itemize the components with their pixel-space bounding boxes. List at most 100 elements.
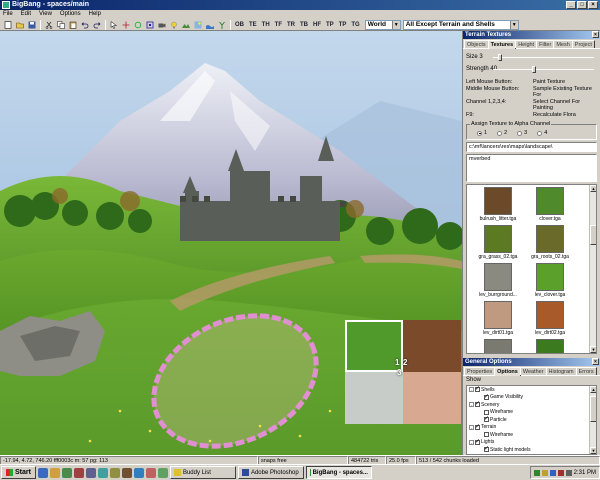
texture-preview-4[interactable] xyxy=(403,372,461,424)
browser-icon[interactable] xyxy=(37,467,48,478)
close-icon[interactable]: × xyxy=(592,31,599,38)
undo-icon[interactable] xyxy=(79,20,90,30)
toolbar-button-tb[interactable]: TB xyxy=(298,20,310,30)
scroll-thumb[interactable] xyxy=(590,225,596,245)
texture-thumbnail[interactable]: gra_roots_02.tga xyxy=(527,225,573,260)
toolbar-button-th[interactable]: TH xyxy=(260,20,272,30)
tab-histogram[interactable]: Histogram xyxy=(545,367,577,375)
save-icon[interactable] xyxy=(26,20,37,30)
tree-item[interactable]: Particle xyxy=(469,415,596,424)
volume-icon[interactable] xyxy=(565,469,572,476)
app-icon[interactable] xyxy=(85,467,96,478)
flora-icon[interactable] xyxy=(216,20,227,30)
folder-icon[interactable] xyxy=(49,467,60,478)
menu-help[interactable]: Help xyxy=(89,10,101,19)
collapse-icon[interactable]: - xyxy=(469,387,474,393)
app-icon[interactable] xyxy=(145,467,156,478)
tab-mesh[interactable]: Mesh xyxy=(553,40,573,48)
tree-checkbox[interactable] xyxy=(484,415,489,423)
scroll-down-icon[interactable]: ▼ xyxy=(590,447,596,454)
texture-scrollbar[interactable]: ▲ ▼ xyxy=(589,185,596,353)
taskbar-task[interactable]: BigBang - spaces... xyxy=(305,466,372,479)
tree-item[interactable]: Static light models xyxy=(469,445,596,454)
rotate-icon[interactable] xyxy=(132,20,143,30)
texture-thumbnail[interactable]: lev_dirt01.tga xyxy=(475,301,521,336)
toolbar-button-tf[interactable]: TF xyxy=(273,20,284,30)
paste-icon[interactable] xyxy=(67,20,78,30)
start-button[interactable]: Start xyxy=(1,466,36,479)
texture-thumbnail[interactable]: bulrush_litter.tga xyxy=(475,187,521,222)
light-icon[interactable] xyxy=(168,20,179,30)
tree-checkbox[interactable] xyxy=(475,400,480,408)
taskbar-task[interactable]: Buddy List xyxy=(169,466,236,479)
tab-project[interactable]: Project xyxy=(571,40,595,48)
tree-item[interactable]: Wireframe xyxy=(469,431,596,439)
tree-checkbox[interactable] xyxy=(475,438,480,445)
tab-errors[interactable]: Errors xyxy=(575,367,597,375)
tree-checkbox[interactable] xyxy=(484,445,489,453)
folder-item[interactable]: mverbed xyxy=(469,156,490,162)
tree-item[interactable]: - Terrain xyxy=(469,423,596,432)
toolbar-button-tp[interactable]: TP xyxy=(324,20,336,30)
texture-thumbnail[interactable]: lev_dirt02.tga xyxy=(527,301,573,336)
scroll-down-icon[interactable]: ▼ xyxy=(590,346,596,353)
app-icon[interactable] xyxy=(97,467,108,478)
channel-radio-2[interactable]: 2 xyxy=(497,130,507,136)
texture-thumbnail[interactable]: gra_grass_02.tga xyxy=(475,225,521,260)
menu-file[interactable]: File xyxy=(3,10,13,19)
tray-icon[interactable] xyxy=(557,469,564,476)
tree-item[interactable]: Game Visibility xyxy=(469,393,596,402)
menu-view[interactable]: View xyxy=(39,10,52,19)
filter-select[interactable]: All Except Terrain and Shells ▼ xyxy=(402,19,519,30)
app-icon[interactable] xyxy=(157,467,168,478)
sky-icon[interactable] xyxy=(192,20,203,30)
tree-checkbox[interactable] xyxy=(475,423,480,430)
tab-options[interactable]: Options xyxy=(494,367,521,376)
channel-radio-3[interactable]: 3 xyxy=(517,130,527,136)
toolbar-button-hf[interactable]: HF xyxy=(311,20,323,30)
tray-icon[interactable] xyxy=(533,469,540,476)
tree-scrollbar[interactable]: ▲ ▼ xyxy=(589,386,596,454)
water-icon[interactable] xyxy=(204,20,215,30)
scroll-up-icon[interactable]: ▲ xyxy=(590,386,596,393)
toolbar-button-tp-2[interactable]: TP xyxy=(337,20,349,30)
desktop-icon[interactable] xyxy=(61,467,72,478)
scale-icon[interactable] xyxy=(144,20,155,30)
texture-preview-3[interactable] xyxy=(345,372,403,424)
collapse-icon[interactable]: - xyxy=(469,439,474,445)
scroll-up-icon[interactable]: ▲ xyxy=(590,185,596,192)
toolbar-button-tr[interactable]: TR xyxy=(285,20,297,30)
texture-path-field[interactable]: c:\mf\lancers\res\maps\landscape\ xyxy=(466,142,597,152)
minimize-button[interactable]: _ xyxy=(566,1,576,9)
folder-list[interactable]: mverbed xyxy=(466,154,597,182)
app-icon[interactable] xyxy=(109,467,120,478)
size-slider-thumb[interactable] xyxy=(497,54,502,61)
open-icon[interactable] xyxy=(14,20,25,30)
redo-icon[interactable] xyxy=(91,20,102,30)
channel-radio-1[interactable]: 1 xyxy=(477,130,487,136)
texture-thumbnail[interactable]: clover.tga xyxy=(527,187,573,222)
tree-checkbox[interactable] xyxy=(484,432,489,438)
select-icon[interactable] xyxy=(108,20,119,30)
collapse-icon[interactable]: - xyxy=(469,424,474,430)
toolbar-button-tg[interactable]: TG xyxy=(349,20,361,30)
tab-height[interactable]: Height xyxy=(515,40,538,48)
tab-objects[interactable]: Objects xyxy=(464,40,489,48)
maximize-button[interactable]: □ xyxy=(577,1,587,9)
tab-textures[interactable]: Textures xyxy=(487,40,517,49)
cut-icon[interactable] xyxy=(43,20,54,30)
scroll-thumb[interactable] xyxy=(590,396,596,422)
tree-checkbox[interactable] xyxy=(484,409,489,415)
tree-checkbox[interactable] xyxy=(475,386,480,393)
tab-properties[interactable]: Properties xyxy=(464,367,496,375)
copy-icon[interactable] xyxy=(55,20,66,30)
media-icon[interactable] xyxy=(73,467,84,478)
tree-item[interactable]: - Scenery xyxy=(469,400,596,409)
toolbar-button-ob[interactable]: OB xyxy=(233,20,246,30)
menu-options[interactable]: Options xyxy=(60,10,81,19)
move-icon[interactable] xyxy=(120,20,131,30)
tab-filter[interactable]: Filter xyxy=(536,40,555,48)
texture-preview-2[interactable] xyxy=(403,320,461,372)
size-slider[interactable]: Size 3 xyxy=(463,53,600,61)
new-icon[interactable] xyxy=(2,20,13,30)
